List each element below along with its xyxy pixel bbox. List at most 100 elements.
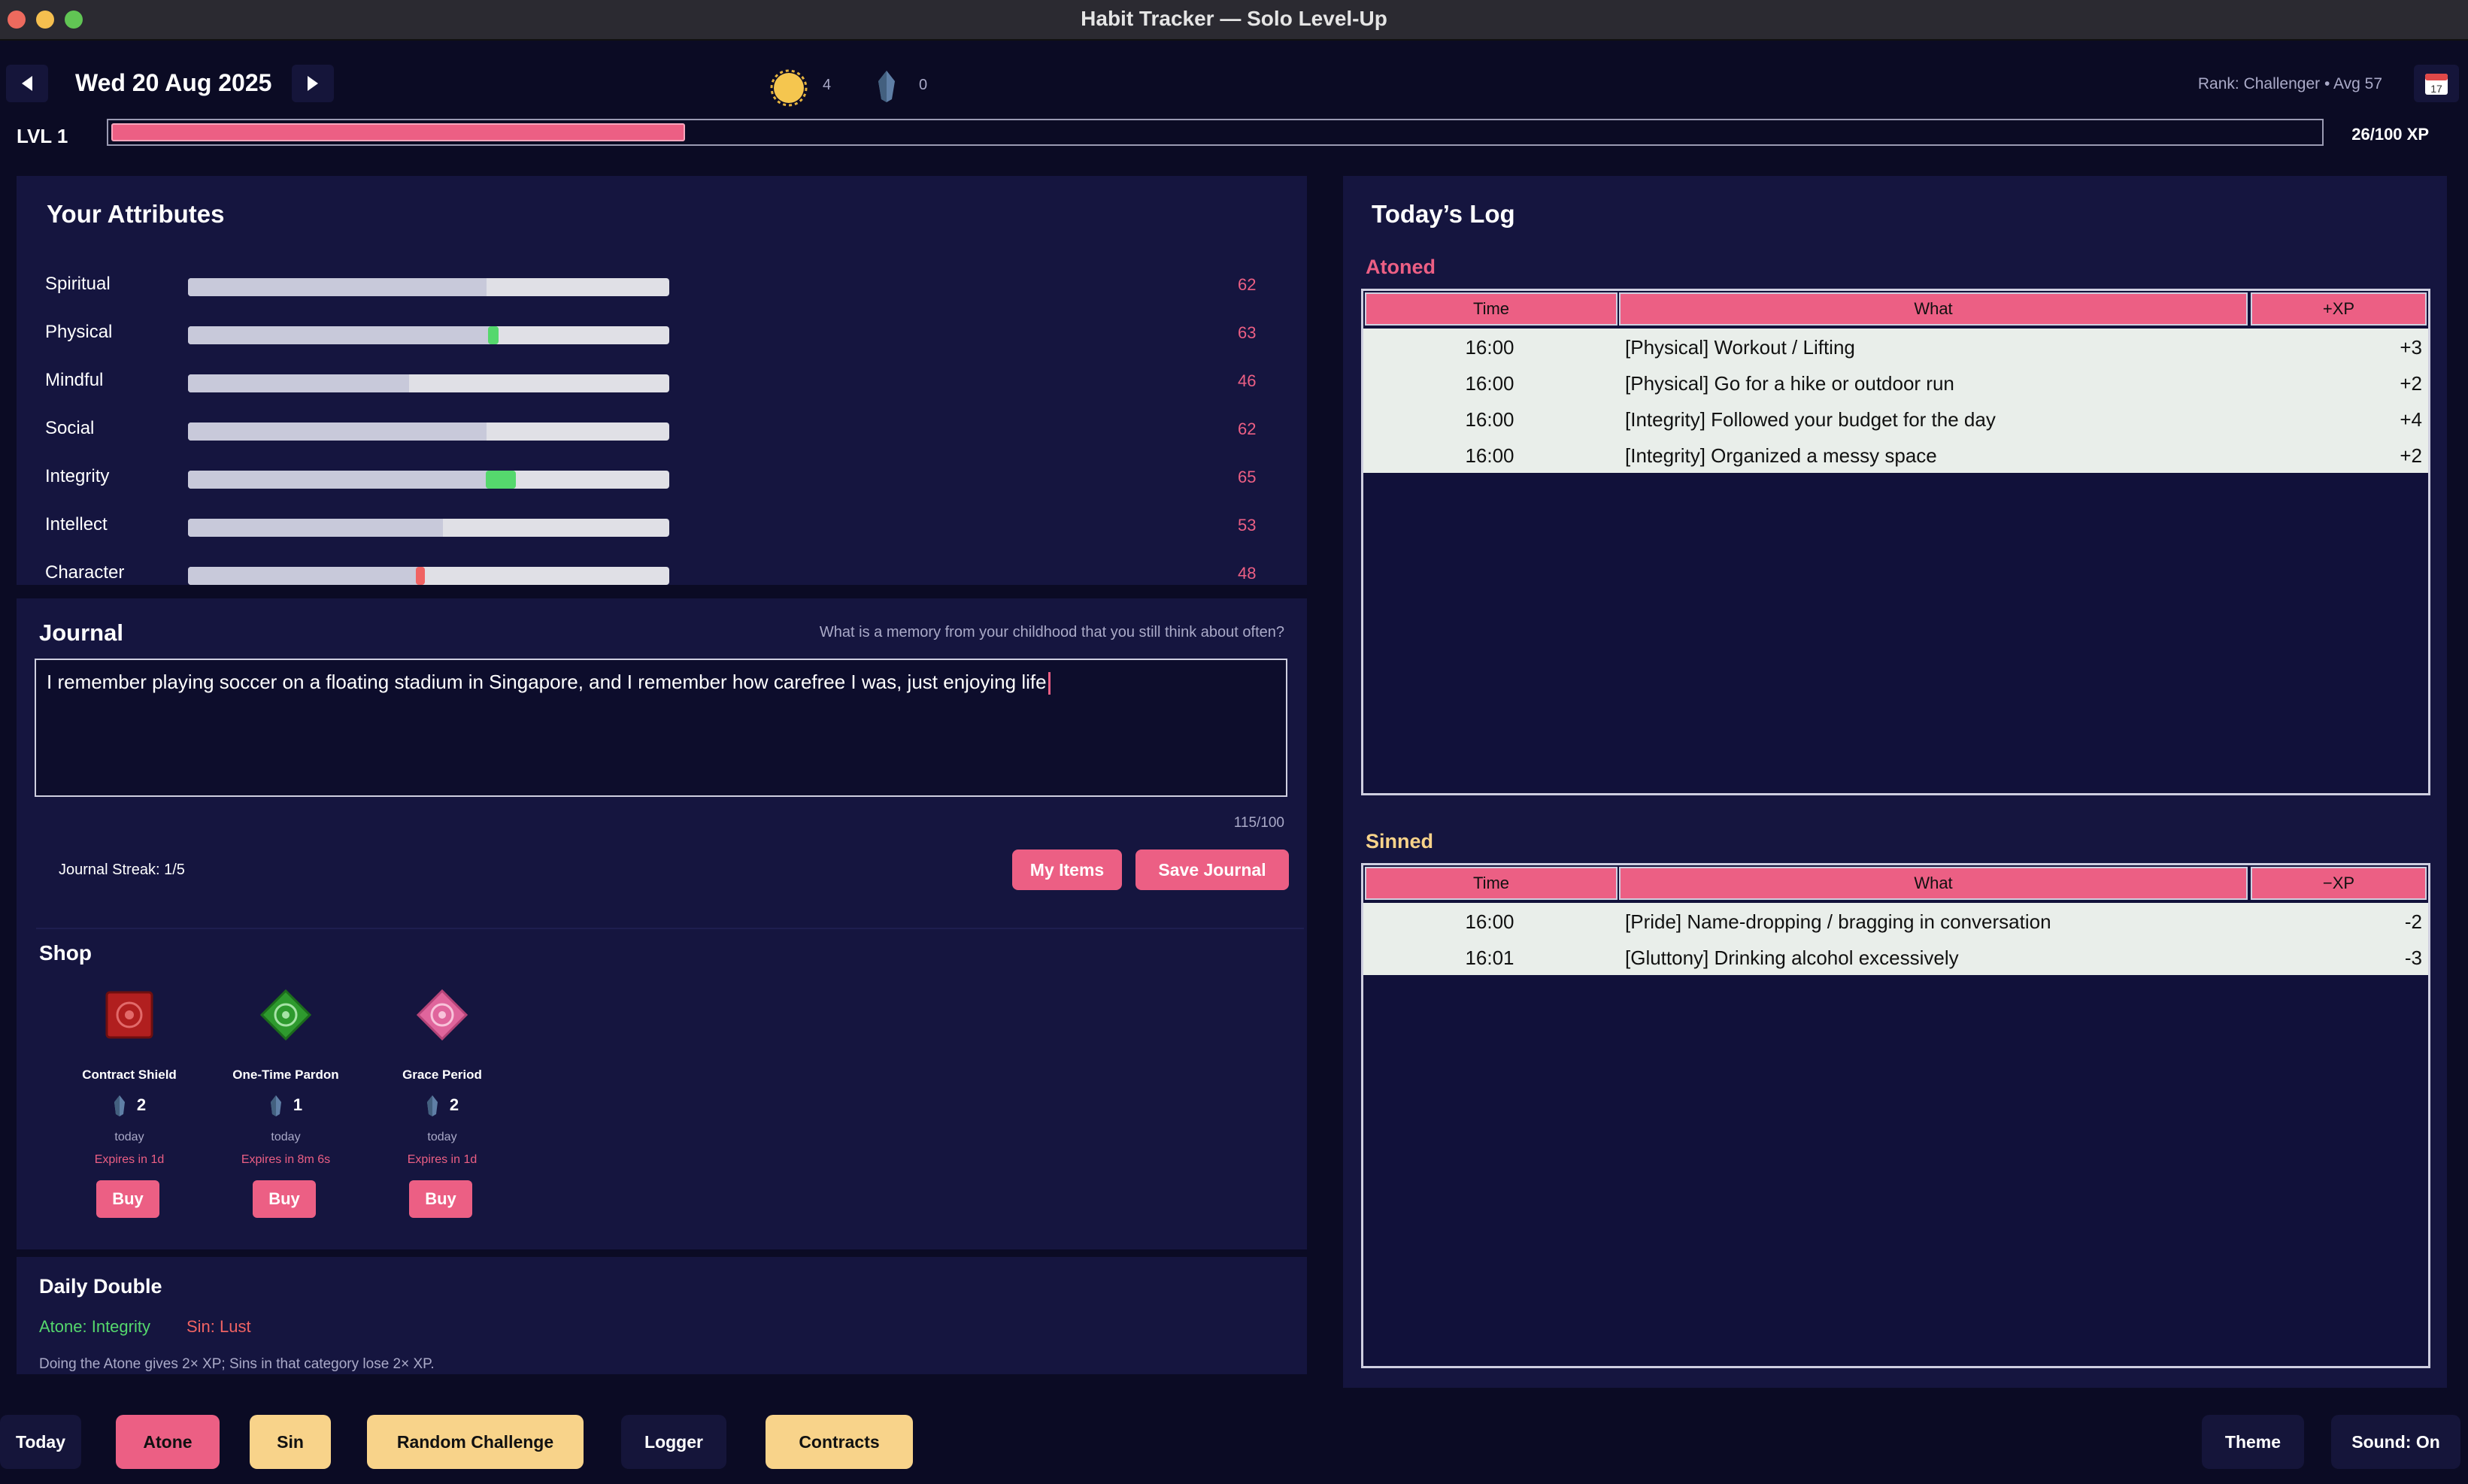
attribute-bar [188,422,669,441]
next-day-button[interactable] [292,65,334,102]
attribute-bar-fill [188,471,501,489]
atone-button[interactable]: Atone [116,1415,220,1469]
table-row[interactable]: 16:00 [Pride] Name-dropping / bragging in… [1363,903,2428,939]
column-header[interactable]: Time [1365,867,1618,900]
shop-item-when: today [271,1131,301,1143]
calendar-button[interactable]: 17 [2414,65,2459,102]
sound-toggle-button[interactable]: Sound: On [2331,1415,2460,1469]
pardon-emblem-icon [259,989,312,1041]
contracts-button[interactable]: Contracts [766,1415,913,1469]
attribute-value: 46 [1238,371,1257,390]
shop-item-cost-value: 2 [136,1095,147,1114]
row-xp: -3 [2404,946,2422,969]
column-header[interactable]: What [1619,867,2248,900]
row-xp: +2 [2400,372,2422,395]
row-what: [Integrity] Organized a messy space [1625,444,1937,467]
journal-char-count: 115/100 [1233,815,1284,831]
column-header[interactable]: −XP [2251,867,2427,900]
daily-double-sin: Sin: Lust [186,1317,251,1336]
shop-item: Contract Shield 2 today Expires in 1d Buy [54,989,205,1245]
shield-emblem-icon [104,989,155,1040]
row-what: [Physical] Go for a hike or outdoor run [1625,372,1954,395]
attributes-title: Your Attributes [47,200,225,228]
today-button[interactable]: Today [0,1415,81,1469]
theme-button[interactable]: Theme [2202,1415,2304,1469]
daily-double-title: Daily Double [39,1275,162,1298]
my-items-button[interactable]: My Items [1012,850,1122,890]
journal-text: I remember playing soccer on a floating … [47,671,1047,693]
table-row[interactable]: 16:00 [Physical] Workout / Lifting +3 [1363,329,2428,365]
table-row[interactable]: 16:01 [Gluttony] Drinking alcohol excessi… [1363,939,2428,975]
attribute-bar-fill [188,422,487,441]
attribute-value: 48 [1238,564,1257,583]
table-row[interactable]: 16:00 [Integrity] Organized a messy space… [1363,437,2428,473]
attribute-row-physical: Physical 63 [17,317,1295,347]
random-challenge-button[interactable]: Random Challenge [367,1415,584,1469]
row-time: 16:00 [1465,910,1514,933]
right-arrow-icon [308,76,318,91]
previous-day-button[interactable] [6,65,48,102]
divider [36,928,1304,929]
sinned-title: Sinned [1366,830,1434,853]
attribute-bar [188,567,669,585]
attribute-value: 62 [1238,419,1257,438]
row-xp: +4 [2400,408,2422,431]
save-journal-button[interactable]: Save Journal [1135,850,1289,890]
attribute-bar [188,326,669,344]
table-row[interactable]: 16:00 [Physical] Go for a hike or outdoor… [1363,365,2428,401]
column-header[interactable]: What [1619,292,2248,326]
attribute-bar [188,519,669,537]
buy-button[interactable]: Buy [96,1180,159,1218]
shop-item-name: Grace Period [402,1068,482,1082]
text-caret [1048,672,1051,695]
attribute-change-marker [488,326,499,344]
shop-item-expiry: Expires in 1d [407,1153,478,1166]
column-header[interactable]: Time [1365,292,1618,326]
row-xp: +2 [2400,444,2422,467]
window-title: Habit Tracker — Solo Level-Up [1081,7,1387,30]
logger-button[interactable]: Logger [621,1415,726,1469]
daily-double-note: Doing the Atone gives 2× XP; Sins in tha… [39,1356,435,1372]
attribute-value: 65 [1238,468,1257,486]
xp-progress-fill [111,123,686,141]
journal-prompt: What is a memory from your childhood tha… [819,624,1284,641]
sin-button[interactable]: Sin [250,1415,331,1469]
current-date: Wed 20 Aug 2025 [75,69,272,96]
shop-item-expiry: Expires in 8m 6s [241,1153,331,1166]
title-bar: Habit Tracker — Solo Level-Up [0,0,2468,41]
shop-item: One-Time Pardon 1 today Expires in 8m 6s Buy [211,989,361,1245]
attribute-row-integrity: Integrity 65 [17,462,1295,492]
atoned-table: Time What +XP 16:00 [Physical] Workout / Lif… [1361,289,2430,795]
crystal-icon [875,69,898,108]
journal-shop-panel: Journal What is a memory from your child… [17,598,1307,1249]
journal-input[interactable]: I remember playing soccer on a floating … [35,659,1287,797]
attribute-change-marker [416,567,426,585]
sun-count: 4 [823,77,832,93]
buy-button[interactable]: Buy [253,1180,316,1218]
attribute-label: Mindful [45,370,104,390]
row-what: [Integrity] Followed your budget for the… [1625,408,1996,431]
attribute-row-social: Social 62 [17,413,1295,444]
row-time: 16:00 [1465,444,1514,467]
attribute-bar-fill [188,278,487,296]
buy-button[interactable]: Buy [409,1180,472,1218]
attribute-bar [188,278,669,296]
xp-progress-bar [107,119,2324,146]
shop-item-cost-value: 2 [449,1095,459,1114]
sun-icon [770,69,808,111]
shop-item-name: One-Time Pardon [232,1068,339,1082]
attribute-row-character: Character 48 [17,558,1295,588]
rank-summary: Rank: Challenger • Avg 57 [2197,75,2382,92]
svg-text:17: 17 [2430,83,2442,95]
row-what: [Pride] Name-dropping / bragging in conv… [1625,910,2051,933]
attribute-bar-fill [188,374,410,392]
calendar-icon: 17 [2425,74,2448,95]
crystal-icon [270,1095,281,1116]
table-row[interactable]: 16:00 [Integrity] Followed your budget fo… [1363,401,2428,437]
attribute-value: 53 [1238,516,1257,535]
journal-streak: Journal Streak: 1/5 [59,862,185,878]
attribute-row-mindful: Mindful 46 [17,365,1295,395]
column-header[interactable]: +XP [2251,292,2427,326]
attribute-bar-fill [188,326,492,344]
shop-item-expiry: Expires in 1d [94,1153,165,1166]
